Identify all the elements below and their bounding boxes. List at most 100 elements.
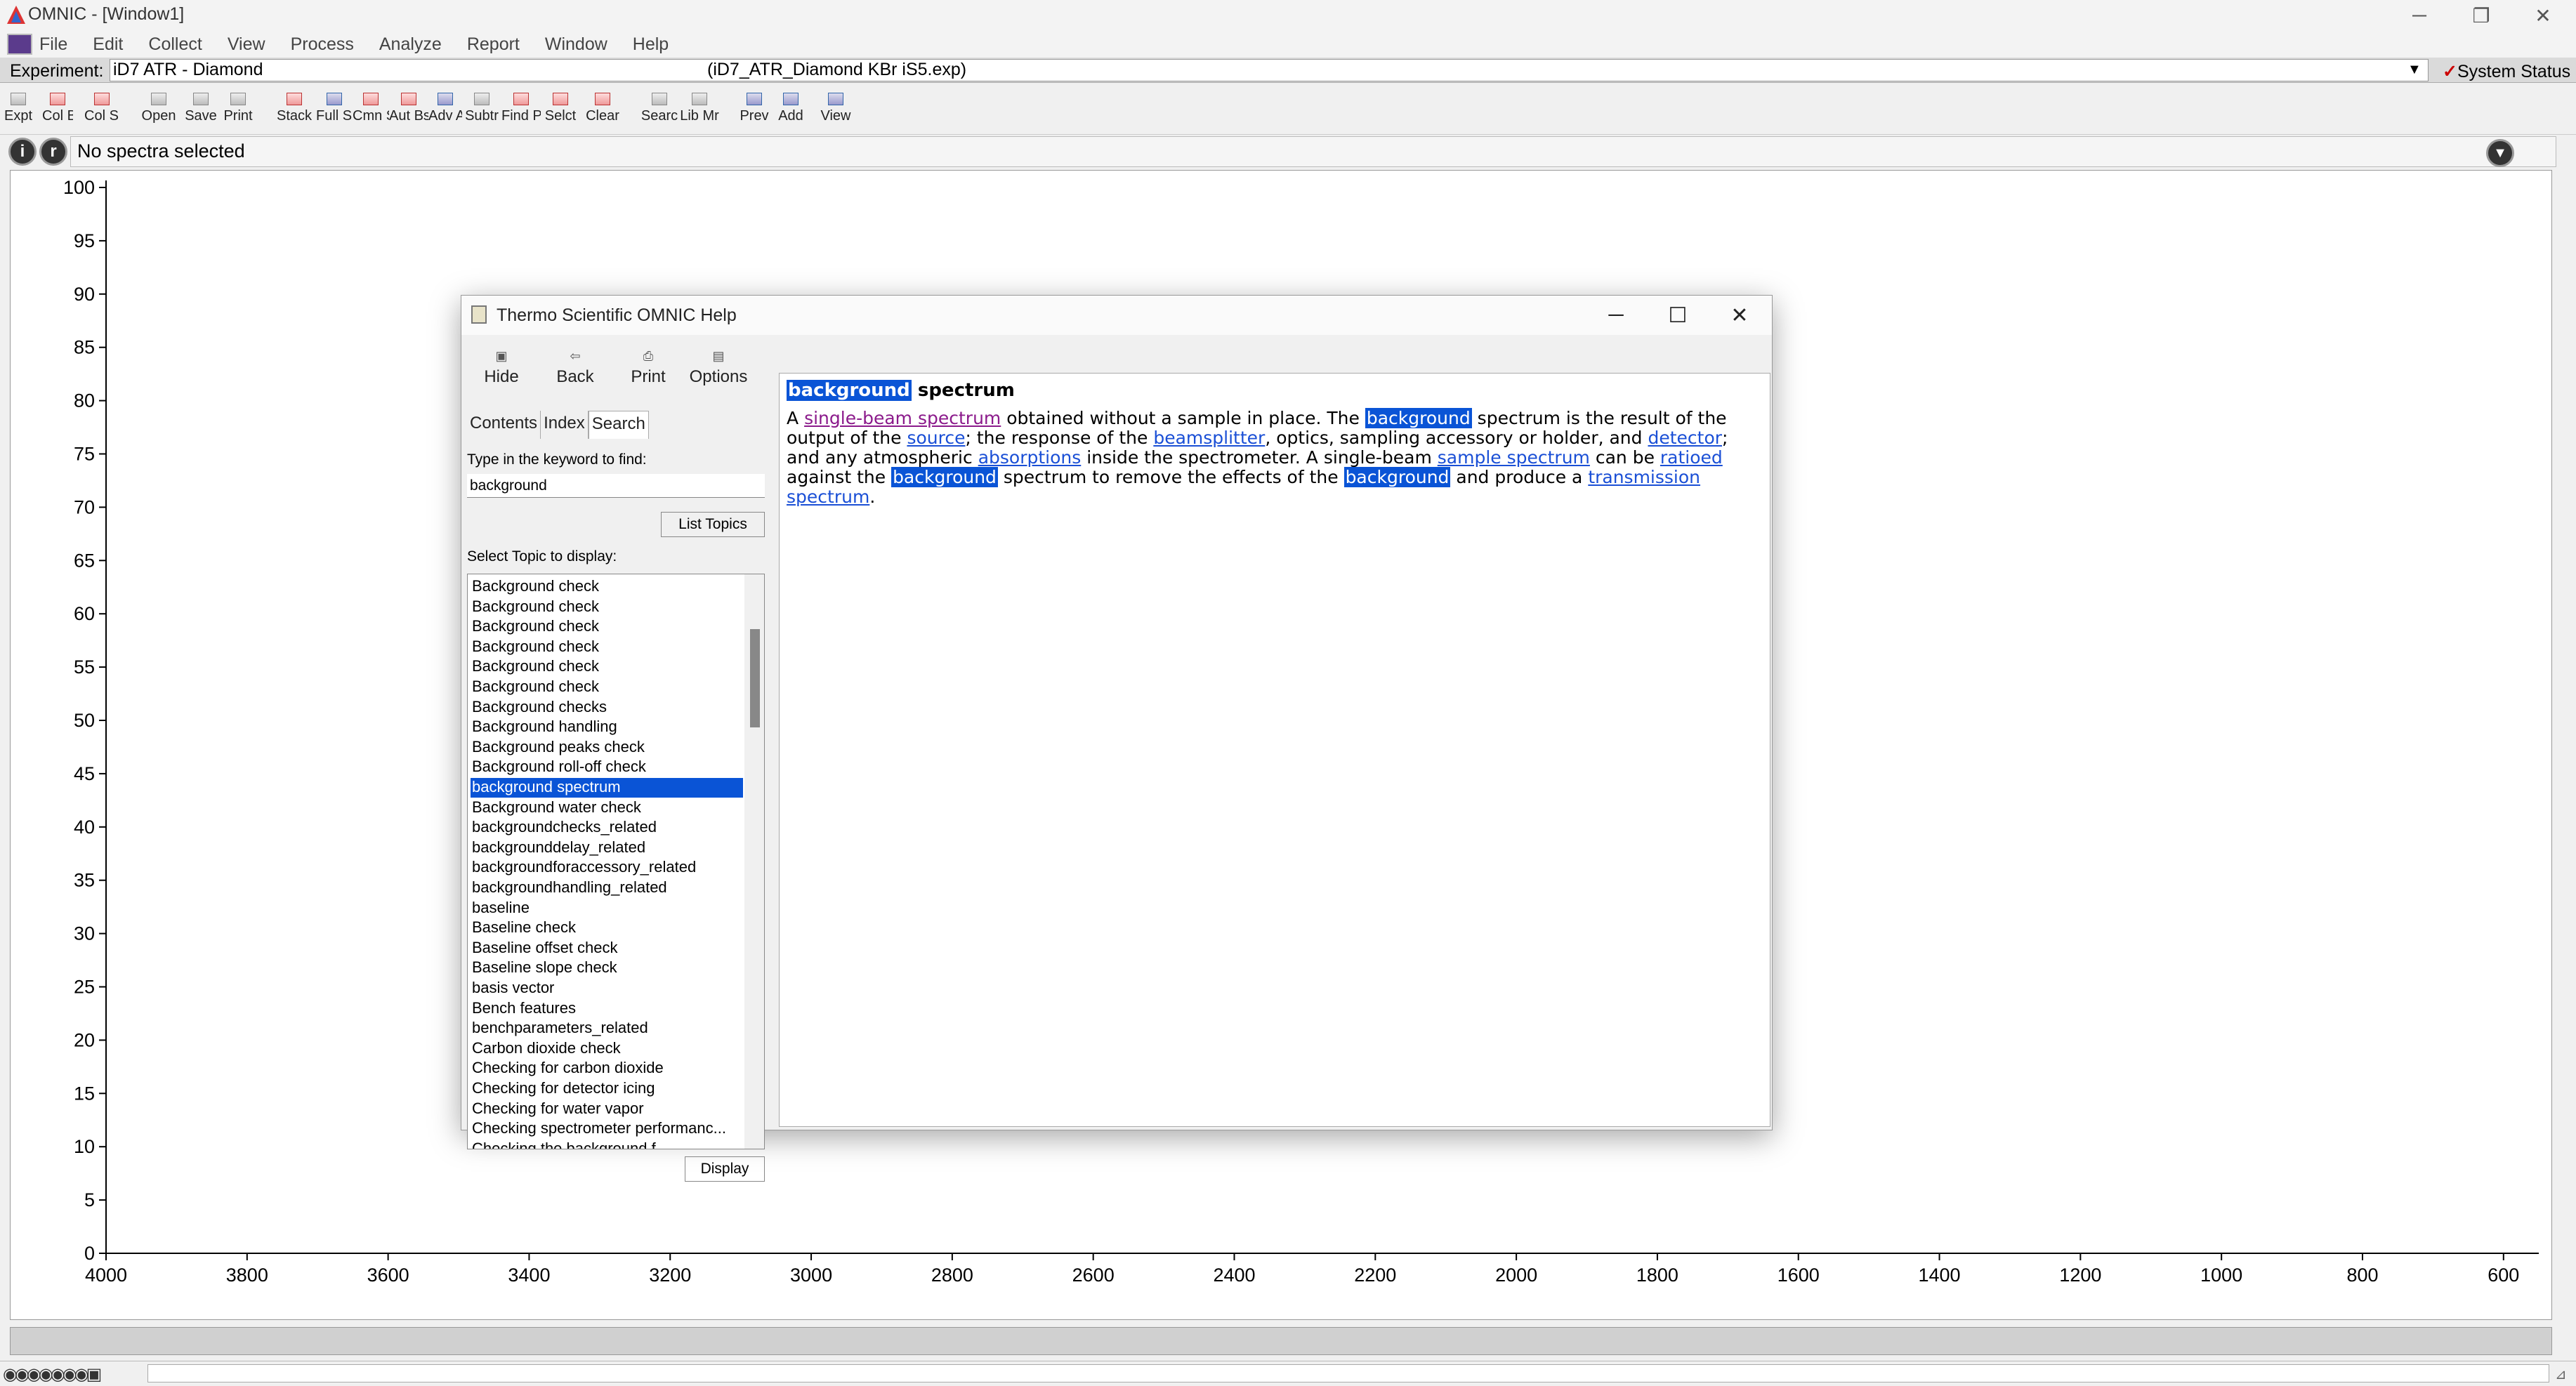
toolbar-col-smp-button[interactable]: Col Sm xyxy=(84,93,119,135)
menu-report[interactable]: Report xyxy=(467,34,520,55)
chevron-down-icon[interactable]: ▼ xyxy=(2407,62,2421,78)
topic-item[interactable]: Carbon dioxide check xyxy=(471,1039,743,1059)
help-options-button[interactable]: ▤ Options xyxy=(683,349,754,387)
y-tick-label: 65 xyxy=(74,550,95,571)
help-maximize-icon[interactable]: ☐ xyxy=(1647,296,1709,335)
topic-item[interactable]: Background check xyxy=(471,598,743,617)
restore-icon[interactable]: ❐ xyxy=(2450,0,2513,31)
topic-list-scrollbar[interactable] xyxy=(744,574,764,1149)
topic-item[interactable]: Background handling xyxy=(471,718,743,737)
topic-item[interactable]: Checking for water vapor xyxy=(471,1100,743,1119)
toolbar-subtract-button[interactable]: Subtr xyxy=(462,93,501,135)
topic-item[interactable]: basis vector xyxy=(471,979,743,998)
toolbar-add-button[interactable]: Add xyxy=(774,93,808,135)
tab-index[interactable]: Index xyxy=(541,411,589,439)
help-hide-button[interactable]: ▣ Hide xyxy=(477,349,526,387)
help-back-button[interactable]: ⇦ Back xyxy=(547,349,603,387)
topic-item[interactable]: Background check xyxy=(471,657,743,677)
toolbar-print-button[interactable]: Print xyxy=(221,93,256,135)
toolbar-save-button[interactable]: Save xyxy=(181,93,221,135)
menu-file[interactable]: File xyxy=(39,34,67,55)
keyword-search-input[interactable] xyxy=(467,474,765,498)
topic-item[interactable]: Checking for carbon dioxide xyxy=(471,1059,743,1078)
toolbar-auto-baseline-button[interactable]: Aut Bs xyxy=(389,93,428,135)
chevron-down-icon[interactable]: ▼ xyxy=(2486,139,2514,167)
article-text: inside the spectrometer. A single-beam xyxy=(1081,447,1438,468)
topic-item[interactable]: Baseline slope check xyxy=(471,958,743,978)
toolbar-clear-button[interactable]: Clear xyxy=(583,93,622,135)
selection-status-text: No spectra selected xyxy=(77,140,245,161)
close-icon[interactable]: ✕ xyxy=(2511,0,2575,31)
menu-process[interactable]: Process xyxy=(291,34,354,55)
topic-item[interactable]: Checking spectrometer performanc... xyxy=(471,1119,743,1139)
topic-item[interactable]: Checking the background f... xyxy=(471,1140,743,1149)
toolbar-common-scale-button[interactable]: Cmn S xyxy=(353,93,389,135)
topic-item[interactable]: Bench features xyxy=(471,999,743,1019)
topic-item[interactable]: Background check xyxy=(471,617,743,637)
glossary-link[interactable]: single-beam spectrum xyxy=(804,408,1001,428)
topic-item[interactable]: Checking for detector icing xyxy=(471,1079,743,1099)
toolbar-prev-button[interactable]: Prev xyxy=(737,93,771,135)
menu-edit[interactable]: Edit xyxy=(93,34,123,55)
toolbar-col-bkg-button[interactable]: Col Bk xyxy=(42,93,73,135)
glossary-link[interactable]: absorptions xyxy=(978,447,1082,468)
topic-item[interactable]: Background roll-off check xyxy=(471,758,743,777)
tab-search[interactable]: Search xyxy=(588,411,649,439)
topic-item[interactable]: backgroundchecks_related xyxy=(471,818,743,838)
topic-item[interactable]: Background check xyxy=(471,638,743,657)
content-scrollbar[interactable] xyxy=(1750,374,1770,1126)
menu-view[interactable]: View xyxy=(228,34,265,55)
minimize-icon[interactable]: ─ xyxy=(2388,0,2451,31)
help-print-button[interactable]: ⎙ Print xyxy=(620,349,676,387)
glossary-link[interactable]: detector xyxy=(1648,428,1722,448)
topic-item[interactable]: backgrounddelay_related xyxy=(471,838,743,858)
topic-item[interactable]: Background peaks check xyxy=(471,738,743,758)
glossary-link[interactable]: source xyxy=(907,428,965,448)
toolbar-expt-set-button[interactable]: Expt S xyxy=(4,93,32,135)
topic-list[interactable]: Background check Background check Backgrou… xyxy=(467,574,765,1149)
toolbar-adv-atr-button[interactable]: Adv A xyxy=(428,93,462,135)
scroll-thumb[interactable] xyxy=(750,629,760,727)
y-tick-label: 10 xyxy=(74,1136,95,1157)
menu-help[interactable]: Help xyxy=(633,34,669,55)
refresh-button[interactable]: r xyxy=(39,138,67,166)
topic-item[interactable]: Baseline offset check xyxy=(471,939,743,958)
toolbar-search-button[interactable]: Searc xyxy=(639,93,680,135)
toolbar-lib-manager-button[interactable]: Lib Mr xyxy=(680,93,719,135)
display-button[interactable]: Display xyxy=(685,1156,765,1182)
topic-item[interactable]: Background checks xyxy=(471,698,743,718)
tab-contents[interactable]: Contents xyxy=(467,411,541,439)
menu-window[interactable]: Window xyxy=(545,34,607,55)
list-topics-button[interactable]: List Topics xyxy=(661,512,765,537)
glossary-link[interactable]: sample spectrum xyxy=(1438,447,1590,468)
topic-item[interactable]: Background check xyxy=(471,678,743,697)
toolbar-full-scale-button[interactable]: Full Sc xyxy=(316,93,353,135)
status-tool-icons[interactable]: ◉◉◉◉◉◉◉▣ xyxy=(3,1364,102,1385)
document-icon[interactable] xyxy=(7,34,32,55)
topic-item[interactable]: Background water check xyxy=(471,798,743,818)
experiment-select[interactable]: iD7 ATR - Diamond (iD7_ATR_Diamond KBr i… xyxy=(110,59,2429,81)
menu-analyze[interactable]: Analyze xyxy=(379,34,442,55)
y-tick-label: 0 xyxy=(84,1243,95,1264)
help-close-icon[interactable]: ✕ xyxy=(1709,296,1770,335)
toolbar-view-button[interactable]: View xyxy=(816,93,855,135)
topic-item[interactable]: Background check xyxy=(471,577,743,597)
toolbar-find-peaks-button[interactable]: Find P xyxy=(501,93,541,135)
help-minimize-icon[interactable]: ─ xyxy=(1585,296,1647,335)
toolbar-stack-button[interactable]: Stack xyxy=(274,93,315,135)
toolbar-select-button[interactable]: Selct xyxy=(541,93,580,135)
toolbar-open-button[interactable]: Open xyxy=(139,93,178,135)
info-button[interactable]: i xyxy=(8,138,37,166)
topic-item[interactable]: benchparameters_related xyxy=(471,1019,743,1038)
topic-item[interactable]: background spectrum xyxy=(471,778,743,798)
system-status[interactable]: ✓System Status xyxy=(2443,61,2570,82)
topic-item[interactable]: Baseline check xyxy=(471,918,743,938)
topic-item[interactable]: backgroundhandling_related xyxy=(471,878,743,898)
menu-collect[interactable]: Collect xyxy=(148,34,202,55)
topic-item[interactable]: backgroundforaccessory_related xyxy=(471,858,743,878)
glossary-link[interactable]: beamsplitter xyxy=(1153,428,1265,448)
horizontal-scrollbar[interactable] xyxy=(10,1327,2552,1355)
glossary-link[interactable]: ratioed xyxy=(1660,447,1723,468)
resize-grip-icon[interactable]: ⊿ xyxy=(2555,1366,2567,1383)
topic-item[interactable]: baseline xyxy=(471,899,743,918)
